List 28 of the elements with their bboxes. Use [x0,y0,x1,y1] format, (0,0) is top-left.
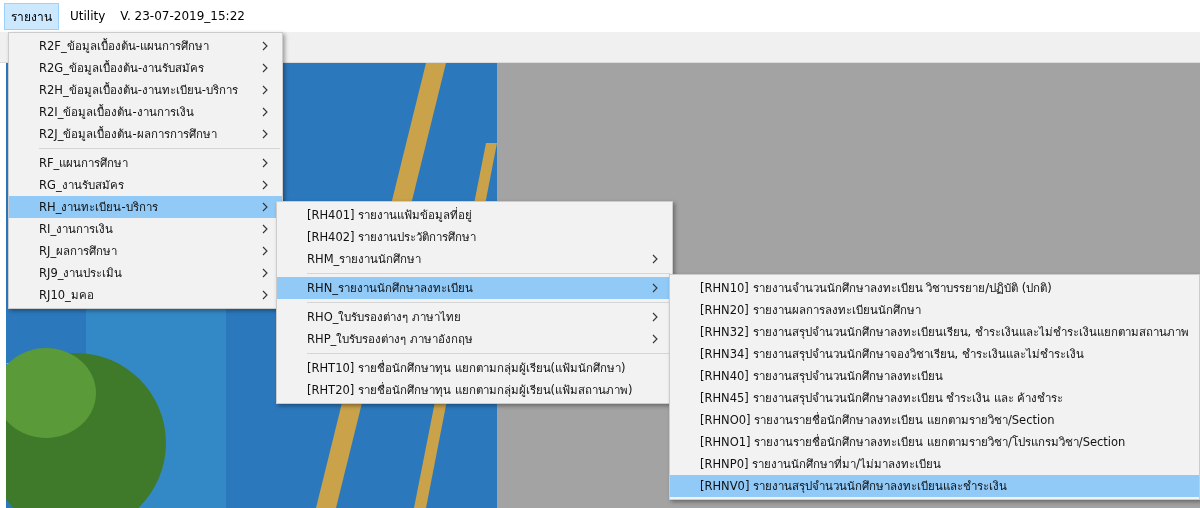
menu-item[interactable]: [RHNP0] รายงานนักศึกษาที่มา/ไม่มาลงทะเบียน [670,453,1199,475]
menu-item[interactable]: RF_แผนการศึกษา [9,152,282,174]
menu-item[interactable]: R2F_ข้อมูลเบื้องต้น-แผนการศึกษา [9,35,282,57]
menu-item[interactable]: [RHN40] รายงานสรุปจำนวนนักศึกษาลงทะเบียน [670,365,1199,387]
menubar-item[interactable]: Utility [63,5,113,27]
menu-item[interactable]: [RHN45] รายงานสรุปจำนวนนักศึกษาลงทะเบียน ชำระเงิน และ ค้างชำระ [670,387,1199,409]
menu-item[interactable]: [RHNO1] รายงานรายชื่อนักศึกษาลงทะเบียน แยกตามรายวิชา/โปรแกรมวิชา/Section [670,431,1199,453]
menu-item[interactable]: [RHN34] รายงานสรุปจำนวนนักศึกษาจองวิชาเรียน, ชำระเงินและไม่ชำระเงิน [670,343,1199,365]
menu-item[interactable]: [RHT10] รายชื่อนักศึกษาทุน แยกตามกลุ่มผู้เรียน(แฟ้มนักศึกษา) [277,357,672,379]
menu-item[interactable]: R2H_ข้อมูลเบื้องต้น-งานทะเบียน-บริการ [9,79,282,101]
menu-item[interactable]: RHP_ใบรับรองต่างๆ ภาษาอังกฤษ [277,328,672,350]
menu-item[interactable]: R2G_ข้อมูลเบื้องต้น-งานรับสมัคร [9,57,282,79]
version-label: V. 23-07-2019_15:22 [119,8,246,25]
menu-item[interactable]: RG_งานรับสมัคร [9,174,282,196]
menu-item[interactable]: RH_งานทะเบียน-บริการ [9,196,282,218]
menu-item[interactable]: RHN_รายงานนักศึกษาลงทะเบียน [277,277,672,299]
menu-item[interactable]: R2I_ข้อมูลเบื้องต้น-งานการเงิน [9,101,282,123]
menu-item[interactable]: [RHNO0] รายงานรายชื่อนักศึกษาลงทะเบียน แยกตามรายวิชา/Section [670,409,1199,431]
menu-item[interactable]: [RHNV0] รายงานสรุปจำนวนนักศึกษาลงทะเบียนและชำระเงิน [670,475,1199,497]
menu-item[interactable]: R2J_ข้อมูลเบื้องต้น-ผลการการศึกษา [9,123,282,145]
menu-item[interactable]: [RHN10] รายงานจำนวนนักศึกษาลงทะเบียน วิชาบรรยาย/ปฏิบัติ (ปกติ) [670,277,1199,299]
menu-item[interactable]: [RHT20] รายชื่อนักศึกษาทุน แยกตามกลุ่มผู้เรียน(แฟ้มสถานภาพ) [277,379,672,401]
menu-item[interactable]: [RH402] รายงานประวัติการศึกษา [277,226,672,248]
menu-item[interactable]: [RHN32] รายงานสรุปจำนวนนักศึกษาลงทะเบียนเรียน, ชำระเงินและไม่ชำระเงินแยกตามสถานภาพ [670,321,1199,343]
menu-item[interactable]: RHM_รายงานนักศึกษา [277,248,672,270]
menubar-item[interactable]: รายงาน [4,2,59,30]
menu-item[interactable]: RHO_ใบรับรองต่างๆ ภาษาไทย [277,306,672,328]
menu-item[interactable]: [RHN20] รายงานผลการลงทะเบียนนักศึกษา [670,299,1199,321]
